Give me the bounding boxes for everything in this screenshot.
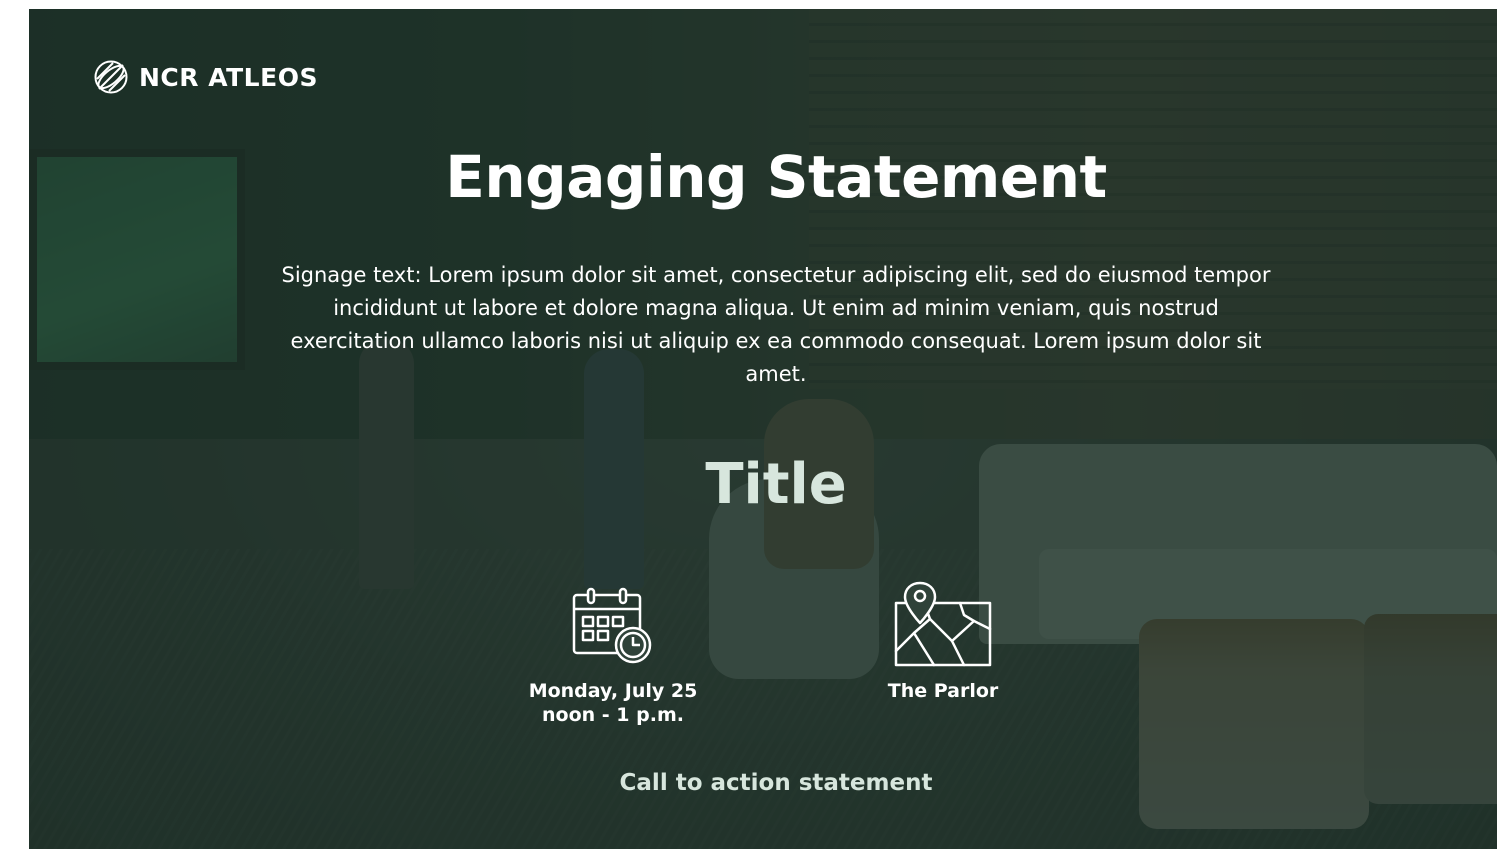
event-location-name: The Parlor [887, 680, 999, 702]
brand-logo: NCR ATLEOS [93, 59, 318, 95]
calendar-clock-icon [572, 587, 652, 664]
brand-name: NCR ATLEOS [139, 62, 318, 92]
headline: Engaging Statement [445, 143, 1107, 211]
signage-slide: NCR ATLEOS Engaging Statement Signage te… [29, 9, 1497, 849]
event-time: noon - 1 p.m. [542, 704, 684, 726]
event-date: Monday, July 25 [528, 680, 698, 702]
call-to-action: Call to action statement [619, 770, 933, 796]
event-date-time: Monday, July 25 noon - 1 p.m. [529, 679, 698, 727]
signage-body-text: Signage text: Lorem ipsum dolor sit amet… [281, 263, 1271, 386]
globe-logo-icon [94, 60, 128, 94]
slide-content: NCR ATLEOS Engaging Statement Signage te… [29, 9, 1497, 849]
map-pin-icon [894, 581, 992, 667]
event-date-block: Monday, July 25 noon - 1 p.m. [499, 587, 727, 727]
event-title: Title [705, 452, 847, 517]
event-location: The Parlor [888, 679, 999, 703]
event-location-block: The Parlor [861, 581, 1025, 703]
